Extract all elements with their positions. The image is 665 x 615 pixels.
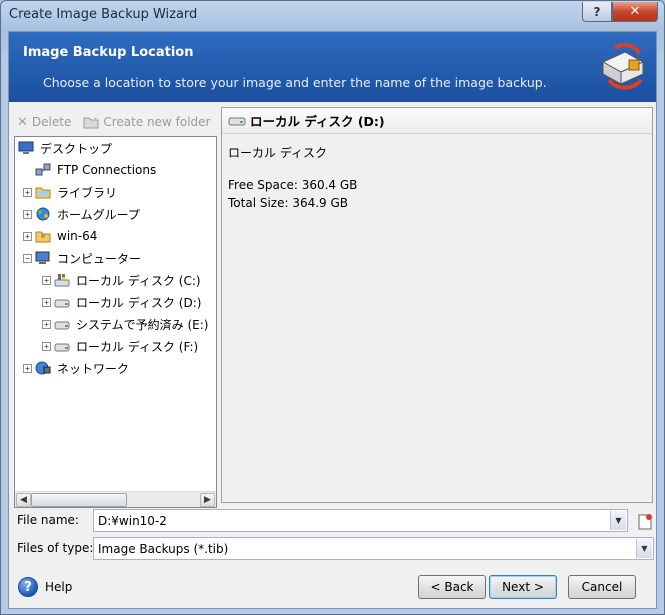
tree-item[interactable]: デスクトップ	[18, 138, 112, 158]
wizard-footer: ? Help < Back Next > Cancel	[9, 566, 656, 608]
ftp-icon	[35, 163, 51, 177]
create-new-folder-label: Create new folder	[103, 115, 211, 129]
tree-item[interactable]: + ホームグループ	[23, 204, 140, 224]
expand-icon[interactable]: +	[23, 187, 32, 197]
files-of-type-row: Files of type:	[17, 536, 95, 560]
tree-item[interactable]: + ネットワーク	[23, 358, 129, 378]
user-folder-icon	[35, 229, 51, 243]
file-name-value: D:¥win10-2	[98, 513, 167, 528]
file-name-row: File name:	[17, 508, 95, 532]
tree-item-label: FTP Connections	[57, 163, 157, 177]
computer-icon	[35, 251, 51, 265]
expand-icon[interactable]: +	[23, 209, 32, 219]
expand-icon[interactable]: +	[42, 319, 51, 329]
drive-name: ローカル ディスク	[228, 146, 327, 160]
library-icon	[35, 185, 51, 199]
cancel-button[interactable]: Cancel	[568, 575, 636, 599]
tree-item-label: win-64	[57, 229, 98, 243]
files-of-type-value: Image Backups (*.tib)	[98, 541, 229, 556]
tree-item-label: ローカル ディスク (F:)	[76, 339, 199, 354]
wizard-client-area: Image Backup Location Choose a location …	[8, 31, 657, 609]
file-name-label: File name:	[17, 513, 79, 527]
file-name-combobox[interactable]: D:¥win10-2 ▼	[93, 509, 628, 532]
expand-icon[interactable]: +	[42, 341, 51, 351]
tree-item-label: コンピューター	[57, 251, 142, 266]
expand-icon[interactable]: +	[23, 363, 32, 373]
wizard-logo-icon	[601, 43, 645, 90]
tree-item[interactable]: + ライブラリ	[23, 182, 117, 202]
next-button[interactable]: Next >	[489, 575, 557, 599]
create-new-folder-button[interactable]: Create new folder	[83, 112, 210, 132]
window-close-button[interactable]: ✕	[612, 2, 658, 22]
drive-icon	[54, 295, 70, 309]
help-icon[interactable]: ?	[18, 577, 38, 597]
details-header: ローカル ディスク (D:)	[222, 108, 652, 134]
tree-item-label: デスクトップ	[40, 141, 113, 156]
delete-x-icon: ✕	[17, 114, 28, 130]
system-drive-icon	[54, 273, 70, 287]
page-subtitle: Choose a location to store your image an…	[43, 75, 547, 90]
chevron-down-icon[interactable]: ▼	[636, 539, 652, 558]
chevron-down-icon[interactable]: ▼	[610, 511, 626, 530]
title-bar[interactable]: Create Image Backup Wizard ? ✕	[1, 1, 664, 31]
files-of-type-label: Files of type:	[17, 541, 94, 555]
tree-item-label: ホームグループ	[57, 207, 140, 222]
tree-toolbar: ✕ Delete Create new folder	[17, 112, 210, 132]
free-space: Free Space: 360.4 GB	[228, 178, 358, 192]
drive-icon	[54, 339, 70, 353]
tree-item-label: ローカル ディスク (C:)	[76, 273, 201, 288]
drive-icon	[54, 317, 70, 331]
tree-item[interactable]: FTP Connections	[23, 160, 156, 180]
details-heading: ローカル ディスク (D:)	[250, 114, 385, 129]
scroll-left-arrow-icon[interactable]: ◀	[16, 493, 31, 507]
tree-item[interactable]: + システムで予約済み (E:)	[42, 314, 208, 334]
new-folder-icon	[83, 116, 99, 129]
delete-label: Delete	[31, 115, 72, 129]
tree-item[interactable]: + ローカル ディスク (F:)	[42, 336, 198, 356]
window-title: Create Image Backup Wizard	[9, 7, 198, 22]
tree-item[interactable]: + win-64	[23, 226, 97, 246]
tree-item-label: システムで予約済み (E:)	[76, 317, 209, 332]
delete-button[interactable]: ✕ Delete	[17, 112, 71, 132]
window-help-button[interactable]: ?	[582, 2, 612, 22]
folder-tree[interactable]: + ネットワーク + ローカル ディスク (F:) + システムで予約済み (E:) + ロー…	[14, 136, 217, 508]
tree-item[interactable]: + ローカル ディスク (C:)	[42, 270, 201, 290]
total-size: Total Size: 364.9 GB	[228, 196, 349, 210]
page-title: Image Backup Location	[23, 45, 194, 60]
expand-icon[interactable]: +	[23, 231, 32, 241]
collapse-icon[interactable]: −	[23, 253, 32, 263]
wizard-window: Create Image Backup Wizard ? ✕ Image Bac…	[0, 0, 665, 615]
tree-horizontal-scrollbar[interactable]: ◀ ▶	[15, 491, 216, 507]
network-icon	[35, 361, 51, 375]
homegroup-icon	[35, 207, 51, 221]
help-link[interactable]: Help	[45, 580, 72, 594]
tree-item[interactable]: + ローカル ディスク (D:)	[42, 292, 201, 312]
files-of-type-select[interactable]: Image Backups (*.tib) ▼	[93, 537, 654, 560]
header-banner: Image Backup Location Choose a location …	[9, 32, 656, 102]
new-file-icon[interactable]	[636, 513, 654, 531]
desktop-icon	[18, 141, 34, 155]
expand-icon[interactable]: +	[42, 275, 51, 285]
details-pane: ローカル ディスク (D:) ローカル ディスク Free Space: 360…	[221, 107, 653, 503]
drive-icon	[228, 117, 246, 125]
scroll-thumb[interactable]	[31, 493, 127, 507]
scroll-right-arrow-icon[interactable]: ▶	[200, 493, 215, 507]
tree-item-label: ライブラリ	[57, 185, 118, 200]
tree-item-label: ローカル ディスク (D:)	[76, 295, 202, 310]
tree-item-label: ネットワーク	[57, 361, 130, 376]
tree-item[interactable]: − コンピューター	[23, 248, 141, 268]
expand-icon[interactable]: +	[42, 297, 51, 307]
back-button[interactable]: < Back	[418, 575, 486, 599]
